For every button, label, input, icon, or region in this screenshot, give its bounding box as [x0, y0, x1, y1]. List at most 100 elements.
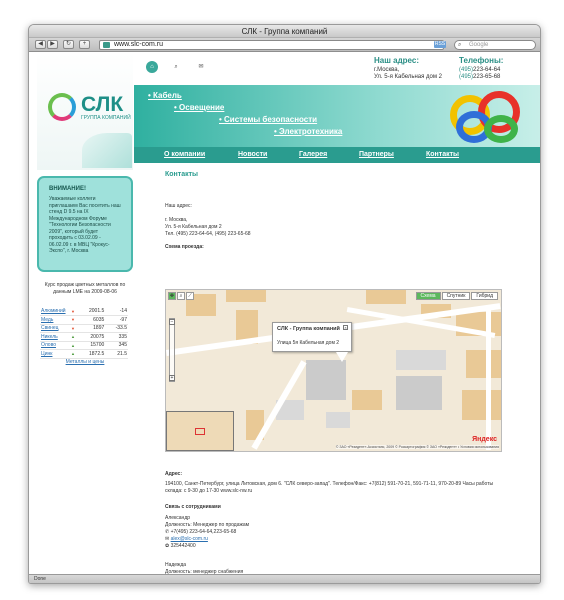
yandex-logo: Яндекс: [472, 436, 497, 443]
url-text: www.slc-com.ru: [114, 41, 164, 48]
map-type-scheme[interactable]: Схема: [415, 292, 441, 300]
search-placeholder: Google: [469, 42, 489, 48]
address-line: Ул. 5-я Кабельная дом 2: [374, 74, 442, 80]
address-title: Наш адрес:: [374, 56, 419, 65]
map-toolbar: ✥ ⌕ ⟋: [168, 292, 195, 300]
metals-prices-link[interactable]: Металлы и цены: [37, 359, 133, 365]
nav-partners[interactable]: Партнеры: [359, 151, 394, 158]
notice-text: Уважаемые коллеги приглашаем Вас посетит…: [49, 196, 121, 254]
balloon-text: Улица 5я Кабельная дом 2: [277, 340, 340, 346]
zoom-in-button[interactable]: +: [169, 375, 175, 381]
reload-button[interactable]: ↻: [63, 40, 74, 49]
banner-link-cable[interactable]: • Кабель: [148, 91, 182, 100]
banner: • Кабель • Освещение • Системы безопасно…: [134, 85, 540, 147]
cable-coils-image: [448, 89, 528, 145]
search-icon: ⌕: [458, 42, 462, 48]
search-icon[interactable]: ⌕: [170, 61, 182, 73]
search-field[interactable]: ⌕ Google: [454, 40, 536, 50]
page-title: Контакты: [165, 171, 199, 178]
metal-name-link[interactable]: Алюминий: [40, 307, 70, 316]
phones-title: Телефоны:: [459, 56, 504, 65]
logo-wave-decoration: [82, 133, 132, 168]
notice-box: ВНИМАНИЕ! Уважаемые коллеги приглашаем В…: [37, 176, 133, 272]
main-navigation: О компании Новости Галерея Партнеры Конт…: [134, 147, 540, 163]
table-row: Медь ▼ 6035 -97: [40, 315, 128, 325]
address-line: г.Москва,: [374, 67, 400, 73]
nav-gallery[interactable]: Галерея: [299, 151, 327, 158]
address-text-line: Тел. (495) 223-64-64, (495) 223-65-68: [165, 231, 251, 237]
site-favicon-icon: [103, 42, 110, 48]
yandex-map[interactable]: ✥ ⌕ ⟋ − + Схема Спутник Гибрид СЛК - Группа …: [165, 289, 502, 452]
address2-label: Адрес:: [165, 471, 182, 477]
metal-change: 21.5: [105, 349, 128, 359]
metal-change: -14: [105, 307, 128, 316]
map-type-switcher: Схема Спутник Гибрид: [415, 292, 498, 300]
address2-text: 194100, Санкт-Петербург, улица Литовская…: [165, 481, 494, 494]
logo-subtitle: ГРУППА КОМПАНИЙ: [81, 115, 131, 121]
map-copyright: © ЗАО «Резидент»-Ассистанс, 2009 © Роска…: [335, 445, 499, 449]
minimap-viewport-frame[interactable]: [195, 428, 205, 435]
forward-button[interactable]: ▶: [47, 40, 58, 49]
window-title: СЛК - Группа компаний: [29, 25, 540, 38]
metals-title: Курс продаж цветных металлов по данным L…: [44, 282, 126, 295]
map-drag-icon[interactable]: ✥: [168, 292, 176, 300]
metal-change: -33.5: [105, 324, 128, 333]
metal-name-link[interactable]: Цинк: [40, 349, 70, 359]
address-label: Наш адрес:: [165, 203, 192, 209]
main-content: Контакты: [165, 171, 510, 178]
notice-title: ВНИМАНИЕ!: [49, 186, 86, 192]
nav-contacts[interactable]: Контакты: [426, 151, 459, 158]
address-text-line: Ул. 5-я Кабельная дом 2: [165, 224, 222, 230]
metal-value: 6035: [76, 315, 106, 325]
metal-change: 335: [105, 332, 128, 342]
logo-text: СЛК: [81, 93, 124, 116]
overview-minimap[interactable]: [166, 411, 234, 451]
map-balloon: СЛК - Группа компаний Улица 5я Кабельная…: [272, 322, 352, 352]
back-button[interactable]: ◀: [35, 40, 46, 49]
logo-emblem-icon: [48, 93, 76, 121]
staff-role: Должность: Менеджер по продажам: [165, 522, 250, 528]
rss-icon[interactable]: RSS: [434, 41, 446, 48]
header-strip: ⌂ ⌕ ✉ Наш адрес: г.Москва, Ул. 5-я Кабел…: [134, 53, 540, 85]
address-text-line: г. Москва,: [165, 217, 188, 223]
table-row: Олово ▲ 15700 345: [40, 341, 128, 350]
add-bookmark-button[interactable]: +: [79, 40, 90, 49]
map-type-satellite[interactable]: Спутник: [441, 292, 471, 300]
metal-name-link[interactable]: Свинец: [40, 324, 70, 333]
metal-name-link[interactable]: Медь: [40, 315, 70, 325]
banner-link-lighting[interactable]: • Освещение: [174, 103, 224, 112]
table-row: Свинец ▼ 1897 -33.5: [40, 324, 128, 333]
staff-name: Александр: [165, 515, 191, 521]
banner-link-security[interactable]: • Системы безопасности: [219, 115, 317, 124]
metal-change: -97: [105, 315, 128, 325]
zoom-slider[interactable]: − +: [169, 318, 175, 382]
logo[interactable]: СЛК ГРУППА КОМПАНИЙ: [37, 53, 133, 170]
map-magnifier-icon[interactable]: ⌕: [177, 292, 185, 300]
zoom-out-button[interactable]: −: [169, 319, 175, 325]
table-row: Алюминий ▼ 2001.5 -14: [40, 307, 128, 316]
home-icon[interactable]: ⌂: [146, 61, 158, 73]
metal-change: 345: [105, 341, 128, 350]
map-ruler-icon[interactable]: ⟋: [186, 292, 194, 300]
address-bar[interactable]: www.slc-com.ru: [99, 40, 444, 50]
metal-name-link[interactable]: Никель: [40, 332, 70, 342]
banner-link-electrical[interactable]: • Электротехника: [274, 127, 342, 136]
staff-icq: ✿ 325442400: [165, 543, 196, 549]
close-icon[interactable]: ×: [343, 325, 348, 330]
metal-value: 2001.5: [76, 307, 106, 316]
nav-news[interactable]: Новости: [238, 151, 267, 158]
status-bar: Done: [29, 574, 540, 583]
mail-icon[interactable]: ✉: [195, 61, 207, 73]
metal-name-link[interactable]: Олово: [40, 341, 70, 350]
nav-about[interactable]: О компании: [164, 151, 205, 158]
browser-toolbar: ◀ ▶ ↻ + www.slc-com.ru RSS ⌕ Google: [29, 38, 540, 52]
metal-value: 20075: [76, 332, 106, 342]
balloon-tail: [336, 352, 348, 362]
metal-value: 1872.5: [76, 349, 106, 359]
staff-email: ✉ alex@slc-com.ru: [165, 536, 208, 542]
page-viewport: СЛК ГРУППА КОМПАНИЙ ВНИМАНИЕ! Уважаемые …: [29, 53, 540, 576]
staff-label: Связь с сотрудниками: [165, 504, 221, 510]
map-type-hybrid[interactable]: Гибрид: [471, 292, 498, 300]
metal-value: 15700: [76, 341, 106, 350]
phone-line: (495)223-64-64: [459, 67, 501, 73]
